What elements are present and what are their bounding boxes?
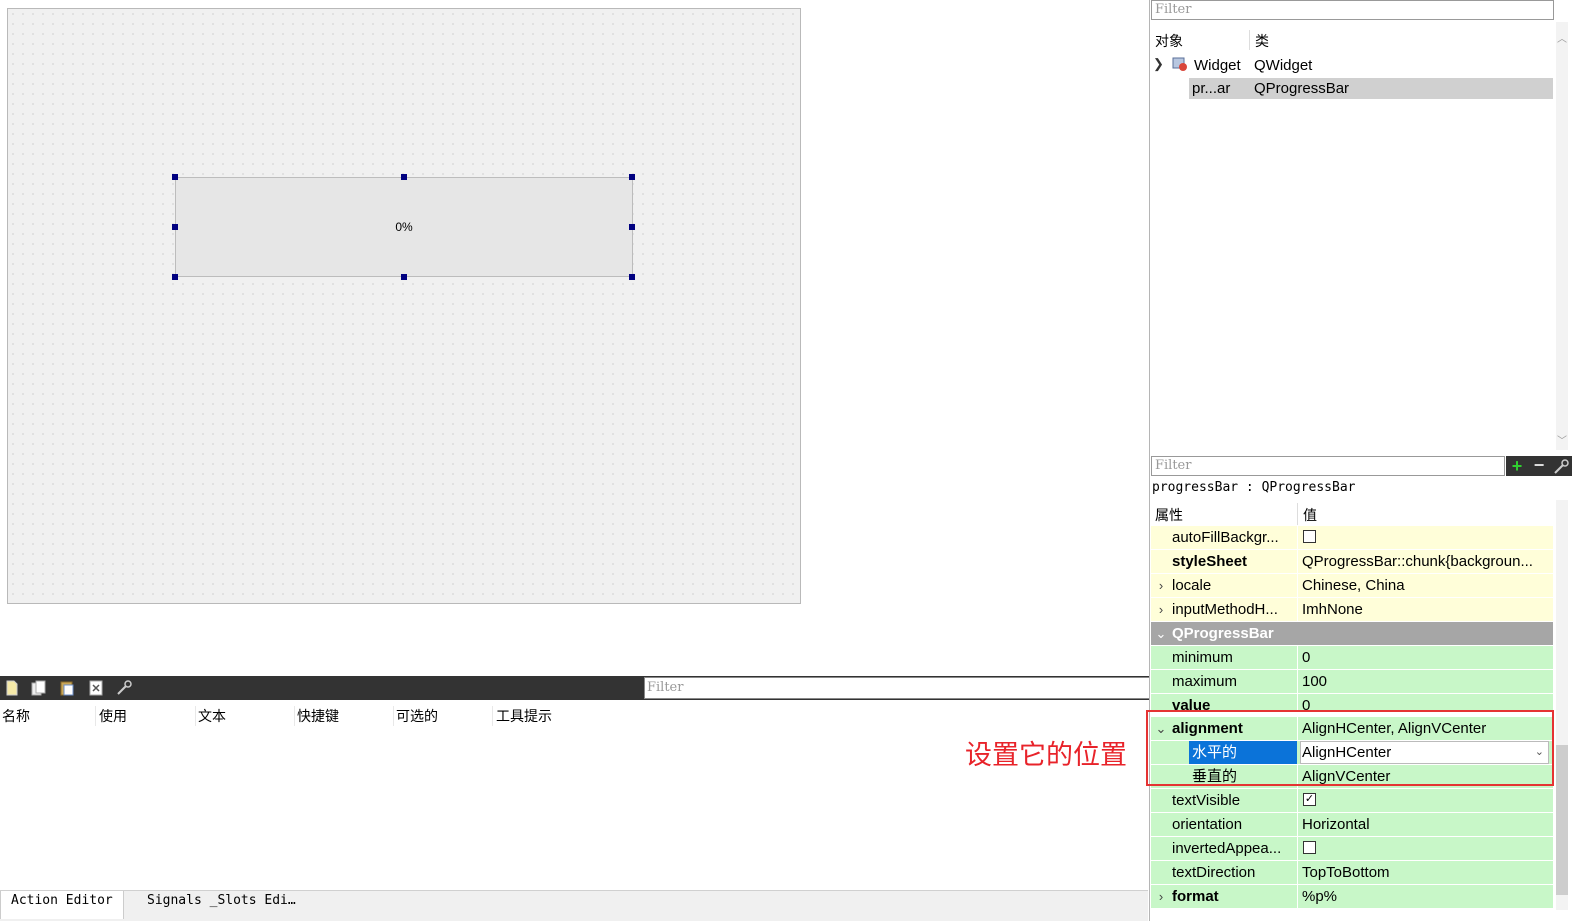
column-header[interactable]: 文本	[196, 706, 295, 726]
scroll-down-icon[interactable]: ﹀	[1557, 432, 1567, 447]
progress-bar-widget[interactable]: 0%	[172, 174, 635, 280]
property-row-maximum[interactable]: maximum 100	[1151, 670, 1553, 694]
inputmethod-value[interactable]: ImhNone	[1301, 598, 1554, 621]
property-row-format[interactable]: › format %p%	[1151, 885, 1553, 909]
action-table-header: 名称 使用 文本 快捷键 可选的 工具提示	[0, 702, 1148, 728]
row-divider	[1297, 789, 1298, 812]
column-header[interactable]: 使用	[97, 706, 196, 726]
highlight-box	[1146, 710, 1554, 786]
object-name[interactable]: pr...ar	[1192, 80, 1230, 97]
add-property-icon[interactable]: +	[1506, 456, 1528, 476]
inverted-checkbox[interactable]	[1303, 841, 1316, 854]
resize-handle[interactable]	[172, 274, 178, 280]
annotation-text: 设置它的位置	[965, 740, 1127, 770]
resize-handle[interactable]	[172, 224, 178, 230]
object-name[interactable]: Widget	[1194, 57, 1241, 74]
property-row-inputmethod[interactable]: › inputMethodH... ImhNone	[1151, 598, 1553, 622]
resize-handle[interactable]	[629, 274, 635, 280]
resize-handle[interactable]	[401, 274, 407, 280]
action-filter-input[interactable]: Filter	[644, 677, 1150, 699]
chevron-right-icon[interactable]: ›	[1155, 598, 1167, 621]
row-divider	[1297, 861, 1298, 884]
chevron-right-icon[interactable]: ›	[1155, 885, 1167, 908]
resize-handle[interactable]	[401, 174, 407, 180]
resize-handle[interactable]	[172, 174, 178, 180]
property-row-inverted[interactable]: invertedAppea...	[1151, 837, 1553, 861]
wrench-icon[interactable]	[116, 679, 134, 697]
autofill-value[interactable]	[1301, 526, 1554, 549]
locale-value[interactable]: Chinese, China	[1301, 574, 1554, 597]
header-divider	[1249, 30, 1250, 50]
inverted-value[interactable]	[1301, 837, 1554, 860]
tab-action-editor[interactable]: Action Editor	[0, 891, 124, 919]
column-header-object[interactable]: 对象	[1155, 31, 1183, 51]
chevron-down-icon[interactable]: ❯	[1153, 56, 1164, 72]
row-divider	[1297, 574, 1298, 597]
property-row-textvisible[interactable]: textVisible ✓	[1151, 789, 1553, 813]
property-row-stylesheet[interactable]: styleSheet QProgressBar::chunk{backgroun…	[1151, 550, 1553, 574]
minimum-value[interactable]: 0	[1301, 646, 1554, 669]
object-class[interactable]: QProgressBar	[1254, 80, 1349, 97]
column-header-class[interactable]: 类	[1255, 31, 1269, 51]
property-filter-input[interactable]: Filter	[1151, 456, 1505, 476]
row-divider	[1297, 598, 1298, 621]
format-value[interactable]: %p%	[1301, 885, 1554, 908]
tab-signals-slots-editor[interactable]: Signals _Slots Edi…	[137, 891, 306, 917]
row-divider	[1297, 550, 1298, 573]
orientation-value[interactable]: Horizontal	[1301, 813, 1554, 836]
form-canvas[interactable]	[7, 8, 801, 604]
row-divider	[1297, 526, 1298, 549]
resize-handle[interactable]	[629, 224, 635, 230]
property-row-autofill[interactable]: autoFillBackgr...	[1151, 526, 1553, 550]
column-header[interactable]: 快捷键	[295, 706, 394, 726]
row-divider	[1297, 837, 1298, 860]
property-scroll-thumb[interactable]	[1556, 745, 1568, 895]
object-filter-input[interactable]: Filter	[1151, 0, 1554, 20]
property-row-minimum[interactable]: minimum 0	[1151, 646, 1553, 670]
maximum-value[interactable]: 100	[1301, 670, 1554, 693]
textdirection-value[interactable]: TopToBottom	[1301, 861, 1554, 884]
property-group-qprogressbar[interactable]: ⌄ QProgressBar	[1151, 622, 1553, 646]
column-header[interactable]: 工具提示	[494, 706, 592, 726]
property-row-orientation[interactable]: orientation Horizontal	[1151, 813, 1553, 837]
stylesheet-value[interactable]: QProgressBar::chunk{backgroun...	[1301, 550, 1554, 573]
widget-icon	[1172, 57, 1188, 72]
new-action-icon[interactable]	[3, 679, 21, 697]
header-divider	[1297, 503, 1298, 525]
column-header[interactable]: 可选的	[394, 706, 493, 726]
column-header-property[interactable]: 属性	[1155, 505, 1183, 525]
object-scrollbar[interactable]	[1556, 22, 1568, 450]
row-divider	[1297, 813, 1298, 836]
scroll-up-icon[interactable]: ︿	[1557, 30, 1567, 45]
property-row-textdirection[interactable]: textDirection TopToBottom	[1151, 861, 1553, 885]
row-divider	[1297, 885, 1298, 908]
row-divider	[1297, 646, 1298, 669]
chevron-right-icon[interactable]: ›	[1155, 574, 1167, 597]
resize-handle[interactable]	[629, 174, 635, 180]
bottom-tab-bar: Action Editor Signals _Slots Edi…	[0, 890, 1148, 921]
selected-object-row[interactable]	[1189, 78, 1553, 99]
remove-property-icon[interactable]: −	[1528, 456, 1550, 476]
object-class[interactable]: QWidget	[1254, 57, 1312, 74]
textvisible-value[interactable]: ✓	[1301, 789, 1554, 812]
delete-icon[interactable]	[87, 679, 105, 697]
property-row-locale[interactable]: › locale Chinese, China	[1151, 574, 1553, 598]
column-header-value[interactable]: 值	[1303, 505, 1317, 525]
progress-text: 0%	[395, 220, 413, 234]
configure-wrench-icon[interactable]	[1550, 456, 1572, 476]
chevron-down-icon[interactable]: ⌄	[1155, 622, 1167, 645]
column-header[interactable]: 名称	[0, 706, 96, 726]
autofill-checkbox[interactable]	[1303, 530, 1316, 543]
paste-icon[interactable]	[58, 679, 76, 697]
textvisible-checkbox[interactable]: ✓	[1303, 793, 1316, 806]
copy-icon[interactable]	[30, 679, 48, 697]
property-object-label: progressBar : QProgressBar	[1152, 480, 1356, 495]
row-divider	[1297, 670, 1298, 693]
